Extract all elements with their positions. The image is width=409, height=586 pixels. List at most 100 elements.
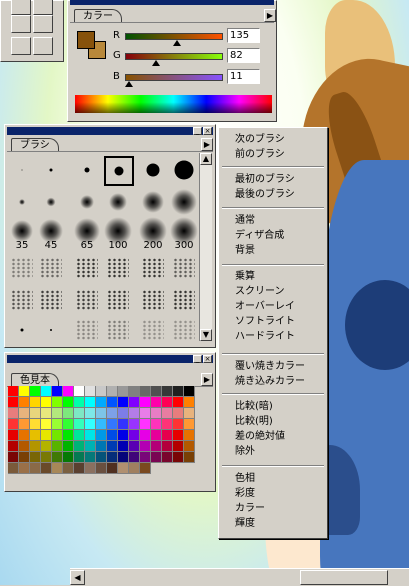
color-swatch[interactable] xyxy=(173,408,184,419)
color-swatch[interactable] xyxy=(140,441,151,452)
color-swatch[interactable] xyxy=(19,397,30,408)
quickmask-tool-icon[interactable] xyxy=(11,15,31,33)
color-swatch[interactable] xyxy=(74,463,85,474)
color-swatch[interactable] xyxy=(41,430,52,441)
brush-palette-titlebar[interactable]: _ × xyxy=(7,127,213,135)
color-swatch[interactable] xyxy=(63,441,74,452)
brush-star-1[interactable] xyxy=(8,316,36,344)
color-swatch[interactable] xyxy=(19,419,30,430)
scroll-down-icon[interactable]: ▼ xyxy=(200,329,212,341)
color-swatch[interactable] xyxy=(162,452,173,463)
color-swatch[interactable] xyxy=(52,408,63,419)
brush-star-5[interactable] xyxy=(139,316,167,344)
color-swatch[interactable] xyxy=(151,397,162,408)
color-swatch[interactable] xyxy=(173,452,184,463)
color-swatch[interactable] xyxy=(96,386,107,397)
color-swatch[interactable] xyxy=(173,430,184,441)
color-swatch[interactable] xyxy=(8,463,19,474)
brush-soft-200[interactable]: 200 xyxy=(139,216,167,251)
color-swatch[interactable] xyxy=(63,452,74,463)
color-swatch[interactable] xyxy=(162,419,173,430)
menu-item[interactable]: 最初のブラシ xyxy=(235,173,295,186)
color-swatch[interactable] xyxy=(140,386,151,397)
brush-hard-5[interactable] xyxy=(73,156,101,184)
color-swatch[interactable] xyxy=(74,397,85,408)
lasso-tool-icon[interactable] xyxy=(11,0,31,15)
color-swatch[interactable] xyxy=(173,441,184,452)
close-icon[interactable]: × xyxy=(203,355,212,363)
color-swatch[interactable] xyxy=(96,408,107,419)
brush-star-3[interactable] xyxy=(73,316,101,344)
tab-color[interactable]: カラー xyxy=(74,9,122,23)
menu-item[interactable]: 背景 xyxy=(235,244,255,257)
color-swatch[interactable] xyxy=(30,463,41,474)
color-swatch[interactable] xyxy=(96,452,107,463)
b-slider[interactable] xyxy=(125,74,223,81)
color-swatch[interactable] xyxy=(173,386,184,397)
color-swatch[interactable] xyxy=(96,441,107,452)
color-palette-menu-arrow-icon[interactable]: ▶ xyxy=(264,9,276,22)
canvas-horizontal-scrollbar[interactable]: ◀ xyxy=(70,568,409,586)
brush-star-6[interactable] xyxy=(170,316,198,344)
color-swatch[interactable] xyxy=(19,386,30,397)
r-slider-thumb[interactable] xyxy=(172,40,181,46)
color-swatch[interactable] xyxy=(19,441,30,452)
tab-swatches[interactable]: 色見本 xyxy=(11,373,59,387)
menu-item[interactable]: ハードライト xyxy=(235,330,295,343)
brush-soft-5[interactable] xyxy=(8,188,36,216)
brush-soft-17[interactable] xyxy=(104,188,132,216)
menu-item[interactable]: 最後のブラシ xyxy=(235,188,295,201)
color-swatch[interactable] xyxy=(8,441,19,452)
brush-soft-27[interactable] xyxy=(170,188,198,216)
color-swatch[interactable] xyxy=(19,408,30,419)
color-swatch[interactable] xyxy=(184,452,195,463)
color-swatch[interactable] xyxy=(107,386,118,397)
minimize-icon[interactable]: _ xyxy=(193,127,202,135)
color-swatch[interactable] xyxy=(184,386,195,397)
color-swatch[interactable] xyxy=(63,463,74,474)
color-swatch[interactable] xyxy=(85,419,96,430)
color-swatch[interactable] xyxy=(184,397,195,408)
scroll-left-icon[interactable]: ◀ xyxy=(70,570,85,585)
color-swatch[interactable] xyxy=(107,441,118,452)
brush-scatter-10[interactable] xyxy=(104,286,132,314)
color-swatch[interactable] xyxy=(129,441,140,452)
color-swatch[interactable] xyxy=(41,386,52,397)
color-swatch[interactable] xyxy=(107,397,118,408)
r-value-field[interactable]: 135 xyxy=(227,28,260,43)
color-swatch[interactable] xyxy=(85,430,96,441)
color-swatch[interactable] xyxy=(8,397,19,408)
color-spectrum-bar[interactable] xyxy=(75,95,272,113)
color-swatch[interactable] xyxy=(74,419,85,430)
color-swatch[interactable] xyxy=(41,419,52,430)
brush-star-2[interactable] xyxy=(37,316,65,344)
scroll-thumb[interactable] xyxy=(300,570,388,585)
color-swatch[interactable] xyxy=(151,441,162,452)
brush-hard-9-selected[interactable] xyxy=(104,156,134,186)
brush-soft-9[interactable] xyxy=(37,188,65,216)
brush-scatter-8[interactable] xyxy=(37,286,65,314)
brush-list-scrollbar[interactable]: ▲ ▼ xyxy=(199,153,212,341)
color-swatch[interactable] xyxy=(118,419,129,430)
color-swatch[interactable] xyxy=(74,408,85,419)
close-icon[interactable]: × xyxy=(203,127,212,135)
color-swatch[interactable] xyxy=(162,430,173,441)
color-swatch[interactable] xyxy=(52,386,63,397)
brush-star-4[interactable] xyxy=(104,316,132,344)
swatches-palette-titlebar[interactable]: _ × xyxy=(7,355,213,363)
color-swatch[interactable] xyxy=(107,408,118,419)
color-swatch[interactable] xyxy=(30,430,41,441)
color-swatch[interactable] xyxy=(151,430,162,441)
menu-item[interactable]: 覆い焼きカラー xyxy=(235,360,305,373)
color-swatch[interactable] xyxy=(85,386,96,397)
color-swatch[interactable] xyxy=(8,408,19,419)
color-swatch[interactable] xyxy=(30,397,41,408)
color-swatch[interactable] xyxy=(19,430,30,441)
minimize-icon[interactable]: _ xyxy=(193,355,202,363)
color-swatch[interactable] xyxy=(96,430,107,441)
brush-soft-13[interactable] xyxy=(73,188,101,216)
color-swatch[interactable] xyxy=(74,386,85,397)
brush-scatter-12[interactable] xyxy=(170,286,198,314)
color-swatch[interactable] xyxy=(140,419,151,430)
color-swatch[interactable] xyxy=(129,430,140,441)
